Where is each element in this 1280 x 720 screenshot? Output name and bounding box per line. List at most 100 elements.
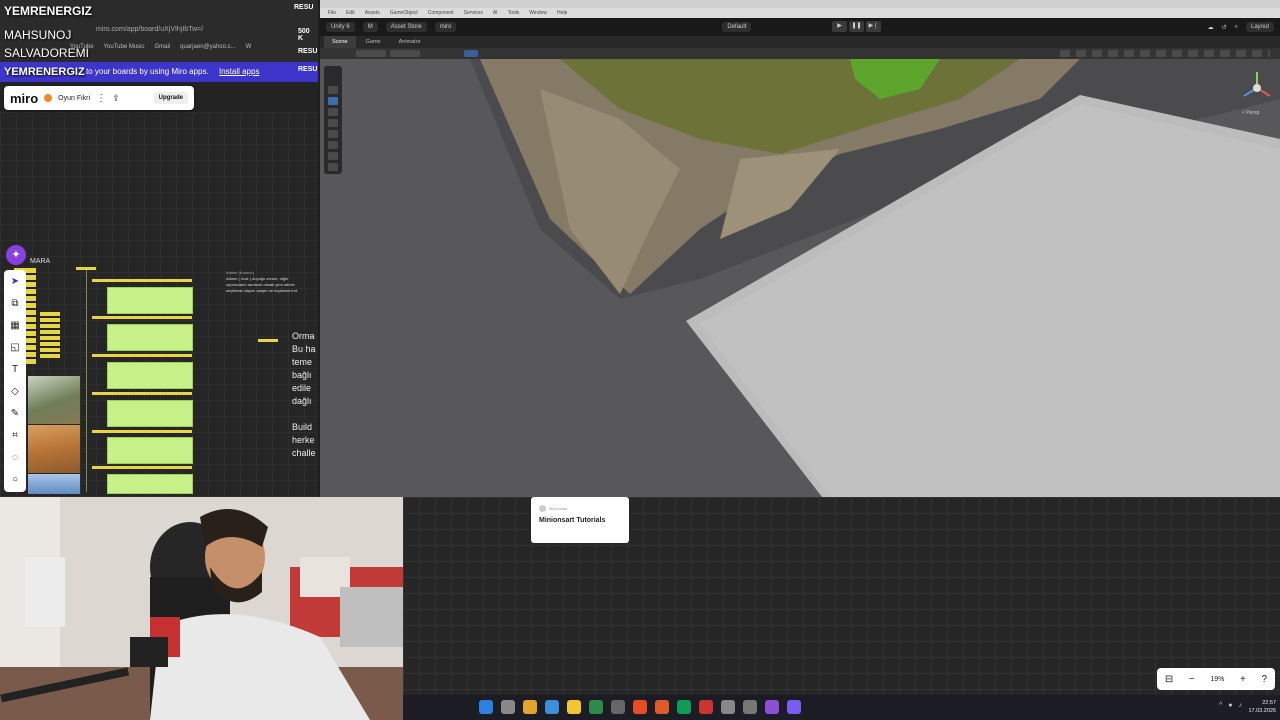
help-icon[interactable]: ?: [1262, 674, 1268, 685]
menu-item[interactable]: AI: [493, 10, 498, 16]
text-note[interactable]: Admin (Kurucu) Admin ( host ) duyuğu zor…: [226, 270, 306, 294]
chevron-up-icon[interactable]: ^: [1219, 702, 1222, 709]
mic-icon[interactable]: ●: [1228, 702, 1232, 709]
tab-scene[interactable]: Scene: [324, 36, 356, 48]
taskbar-app-icon[interactable]: [743, 700, 757, 714]
taskbar-app-icon[interactable]: [787, 700, 801, 714]
fit-view-icon[interactable]: ⊟: [1165, 674, 1173, 685]
install-apps-link[interactable]: Install apps: [219, 67, 259, 76]
sticky-note[interactable]: [107, 400, 193, 427]
transform-tool-icon[interactable]: [328, 141, 338, 149]
chat-icon[interactable]: ○: [8, 472, 22, 487]
more-icon[interactable]: ⋮: [96, 93, 106, 104]
view-tool-icon[interactable]: [328, 86, 338, 94]
layout-dropdown[interactable]: Layout: [1245, 22, 1274, 32]
taskbar-app-icon[interactable]: [655, 700, 669, 714]
game-screenshot-thumbnail[interactable]: [28, 425, 80, 473]
miro-logo[interactable]: miro: [10, 91, 38, 106]
asset-store-button[interactable]: Asset Store: [385, 22, 427, 32]
rotate-tool-icon[interactable]: [328, 108, 338, 116]
text-block[interactable]: Orma Bu ha teme bağlı edile dağlı Build …: [292, 330, 318, 460]
taskbar-app-icon[interactable]: [523, 700, 537, 714]
comment-icon[interactable]: ◌: [8, 450, 22, 465]
history-icon[interactable]: ↺: [1222, 24, 1227, 31]
perspective-label[interactable]: < Persp: [1242, 110, 1259, 116]
zoom-out-icon[interactable]: −: [1189, 674, 1195, 685]
sticky-strip[interactable]: [92, 430, 192, 433]
sticky-strip[interactable]: [92, 392, 192, 395]
sticky-note-icon[interactable]: ◱: [8, 340, 22, 355]
sticky-strip[interactable]: [92, 316, 192, 319]
select-tool-icon[interactable]: ➤: [8, 274, 22, 289]
tab-game[interactable]: Game: [358, 36, 389, 48]
menu-item[interactable]: GameObject: [390, 10, 418, 16]
menu-item[interactable]: File: [328, 10, 336, 16]
system-clock[interactable]: 22:57 17.03.2026: [1248, 699, 1276, 715]
link-card[interactable]: Minionsart Minionsart Tutorials: [531, 497, 629, 543]
orientation-gizmo-icon[interactable]: [1240, 68, 1274, 108]
menu-item[interactable]: Component: [428, 10, 454, 16]
bookmark-item[interactable]: W: [246, 44, 252, 56]
play-icon[interactable]: ▶: [832, 21, 847, 32]
share-icon[interactable]: ⇪: [112, 93, 120, 104]
menu-item[interactable]: Assets: [365, 10, 380, 16]
custom-tool-icon[interactable]: [328, 152, 338, 160]
sticky-note[interactable]: [107, 437, 193, 464]
sticky-note[interactable]: [107, 287, 193, 314]
taskbar-app-icon[interactable]: [677, 700, 691, 714]
taskbar-app-icon[interactable]: [545, 700, 559, 714]
scene-view-options[interactable]: [1060, 50, 1270, 57]
sticky-strip[interactable]: [258, 339, 278, 342]
pen-icon[interactable]: ✎: [8, 406, 22, 421]
build-profile-dropdown[interactable]: Default: [722, 22, 752, 32]
menu-item[interactable]: Edit: [346, 10, 355, 16]
address-bar[interactable]: miro.com/app/board/uXjVIhjIbTw=/: [96, 26, 296, 40]
templates-icon[interactable]: ⧉: [8, 296, 22, 311]
sticky-note[interactable]: [107, 474, 193, 494]
move-tool-icon[interactable]: [328, 97, 338, 105]
custom-tool-icon[interactable]: [328, 163, 338, 171]
bookmark-item[interactable]: quarjaen@yahoo.c...: [180, 44, 235, 56]
zoom-in-icon[interactable]: +: [1240, 674, 1246, 685]
taskbar-app-icon[interactable]: [611, 700, 625, 714]
ai-sparkle-button[interactable]: ✦: [6, 245, 26, 265]
taskbar-app-icon[interactable]: [633, 700, 647, 714]
search-icon[interactable]: ⌕: [1235, 24, 1238, 31]
sticky-note[interactable]: [107, 324, 193, 351]
upgrade-button[interactable]: Upgrade: [153, 92, 188, 104]
taskbar-app-icon[interactable]: [567, 700, 581, 714]
global-toggle[interactable]: [390, 50, 420, 57]
sticky-note[interactable]: [107, 362, 193, 389]
game-screenshot-thumbnail[interactable]: [28, 376, 80, 424]
volume-icon[interactable]: ♪: [1239, 702, 1243, 709]
taskbar-app-icon[interactable]: [589, 700, 603, 714]
crop-frame-icon[interactable]: ⌗: [8, 428, 22, 443]
menu-item[interactable]: Help: [557, 10, 567, 16]
menu-item[interactable]: Tools: [508, 10, 520, 16]
step-icon[interactable]: ▶❘: [866, 21, 881, 32]
miro-dropdown[interactable]: miro: [434, 22, 457, 32]
text-tool-icon[interactable]: T: [8, 362, 22, 377]
tab-animator[interactable]: Animator: [391, 36, 429, 48]
taskbar-app-icon[interactable]: [479, 700, 493, 714]
pivot-toggle[interactable]: [356, 50, 386, 57]
sticky-strip[interactable]: [92, 466, 192, 469]
frame-icon[interactable]: ▦: [8, 318, 22, 333]
sticky-strip[interactable]: [92, 354, 192, 357]
sticky-strip[interactable]: [92, 279, 192, 282]
shapes-icon[interactable]: ◇: [8, 384, 22, 399]
cloud-icon[interactable]: ☁: [1208, 24, 1214, 31]
taskbar-app-icon[interactable]: [699, 700, 713, 714]
bookmark-item[interactable]: YouTube Music: [104, 44, 145, 56]
account-button[interactable]: M: [362, 22, 378, 32]
zoom-level[interactable]: 19%: [1210, 676, 1224, 683]
grid-snap-toggle[interactable]: [464, 50, 478, 57]
scale-tool-icon[interactable]: [328, 119, 338, 127]
menu-item[interactable]: Services: [464, 10, 483, 16]
pause-icon[interactable]: ❚❚: [849, 21, 864, 32]
scene-view-viewport[interactable]: [320, 59, 1280, 497]
taskbar-app-icon[interactable]: [765, 700, 779, 714]
game-screenshot-thumbnail[interactable]: [28, 474, 80, 494]
menu-item[interactable]: Window: [529, 10, 547, 16]
rect-tool-icon[interactable]: [328, 130, 338, 138]
